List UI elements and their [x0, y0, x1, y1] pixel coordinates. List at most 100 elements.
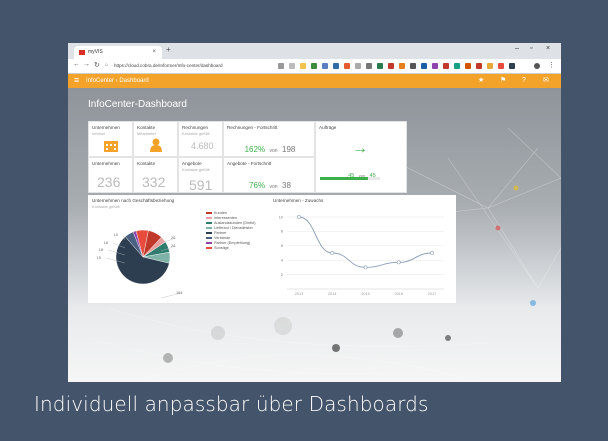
browser-tab[interactable]: myVIS ×: [74, 46, 162, 59]
extension-icon[interactable]: [377, 63, 383, 69]
reload-icon[interactable]: ↻: [94, 61, 100, 69]
data-point[interactable]: [430, 251, 434, 255]
tile-sublabel: Kontakte gefüllt: [182, 131, 210, 136]
hamburger-menu-icon[interactable]: ≡: [74, 75, 79, 85]
legend-label: Sonstige: [214, 246, 229, 250]
arrow-right-icon: →: [352, 140, 368, 157]
tile-kontakte[interactable]: Kontakte Mitarbeiter: [133, 121, 178, 157]
browser-menu-icon[interactable]: ⋮: [548, 61, 555, 69]
tile-unternehmen[interactable]: Unternehmen Infobox: [88, 121, 133, 157]
progress-target: 198: [282, 145, 296, 154]
extension-icon[interactable]: [410, 63, 416, 69]
mail-icon[interactable]: ✉: [543, 75, 549, 87]
tile-value: 332: [142, 174, 166, 190]
tile-kontakte-count[interactable]: Kontakte 332: [133, 157, 178, 193]
series-line: [298, 216, 433, 268]
line-chart-panel: Unternehmen - Zuwachs 10 8 6 4 2 2013 2014 2015…: [269, 195, 456, 303]
address-input[interactable]: https://cloud.cobra.de/Informer/Info-cen…: [114, 61, 264, 71]
dashboard-area: InfoCenter-Dashboard Unternehmen Infobox…: [68, 88, 561, 382]
tile-rechnungen-fortschritt[interactable]: Rechnungen - Fortschritt 162% von 198: [223, 121, 315, 157]
data-point[interactable]: [330, 251, 335, 255]
tile-label: Angebote - Fortschritt: [227, 161, 272, 166]
extension-icon[interactable]: [454, 63, 460, 69]
extension-icon[interactable]: [399, 63, 405, 69]
legend-swatch: [206, 237, 212, 239]
tile-rechnungen[interactable]: Rechnungen Kontakte gefüllt 4.680: [178, 121, 223, 157]
tile-sublabel: Kontakte gefüllt: [182, 167, 210, 172]
back-icon[interactable]: ←: [73, 61, 80, 68]
tile-angebote[interactable]: Angebote Kontakte gefüllt 591: [178, 157, 223, 193]
browser-tab-bar: myVIS × + – ▫ ×: [68, 43, 561, 59]
extension-icon[interactable]: [498, 63, 504, 69]
extension-icon[interactable]: [366, 63, 372, 69]
screenshot: myVIS × + – ▫ × ← → ↻ ⌂ https://cloud.co…: [68, 43, 561, 382]
x-tick-label: 2017: [428, 292, 436, 296]
legend-label: Partner: [214, 231, 227, 235]
bookmark-star-icon[interactable]: [278, 63, 284, 69]
x-tick-label: 2014: [328, 292, 336, 296]
data-point[interactable]: [396, 260, 401, 265]
close-window-button[interactable]: ×: [546, 45, 550, 52]
slide-caption: Individuell anpassbar über Dashboards: [34, 392, 429, 416]
panel-title: Unternehmen - Zuwachs: [273, 198, 324, 203]
progress-percent: 162%: [244, 145, 266, 154]
profile-icon[interactable]: [534, 63, 540, 69]
extension-icon[interactable]: [509, 63, 515, 69]
data-point[interactable]: [297, 215, 301, 219]
pie-data-label: 18: [99, 248, 103, 252]
extension-icon[interactable]: [355, 63, 361, 69]
help-icon[interactable]: ?: [522, 75, 526, 87]
progress-percent: 76%: [249, 181, 266, 190]
progress-of-text: von: [269, 148, 278, 154]
new-tab-button[interactable]: +: [166, 45, 171, 54]
x-tick-label: 2015: [361, 292, 369, 296]
legend-label: Verbände: [214, 236, 231, 240]
extension-icon[interactable]: [322, 63, 328, 69]
tile-angebote-fortschritt[interactable]: Angebote - Fortschritt 76% von 38: [223, 157, 315, 193]
extension-icon[interactable]: [300, 63, 306, 69]
extension-icon[interactable]: [289, 63, 295, 69]
favicon-icon: [79, 50, 85, 55]
extension-icon[interactable]: [311, 63, 317, 69]
data-point[interactable]: [363, 265, 368, 270]
tile-unternehmen-count[interactable]: Unternehmen 236: [88, 157, 133, 193]
panel-title: Unternehmen nach Geschäftsbeziehung: [92, 198, 175, 203]
pie-chart: 10 1818 15 20 24 164: [97, 229, 182, 299]
tab-close-icon[interactable]: ×: [152, 46, 156, 59]
x-tick-label: 2013: [295, 292, 303, 296]
pie-data-label: 164: [176, 291, 182, 295]
flag-icon[interactable]: ⚑: [500, 75, 506, 87]
forward-icon[interactable]: →: [83, 61, 90, 68]
app-header: ≡ InfoCenter › Dashboard ★ ⚑ ? ✉: [68, 74, 561, 88]
tile-sublabel: Mitarbeiter: [137, 131, 156, 136]
tile-value: 591: [189, 177, 213, 193]
extension-icon[interactable]: [487, 63, 493, 69]
page-title: InfoCenter-Dashboard: [88, 99, 187, 110]
extension-icon[interactable]: [421, 63, 427, 69]
home-icon[interactable]: ⌂: [105, 62, 108, 68]
maximize-button[interactable]: ▫: [530, 45, 532, 52]
extension-icon[interactable]: [333, 63, 339, 69]
star-icon[interactable]: ★: [478, 75, 484, 87]
legend-item[interactable]: Sonstige: [206, 246, 256, 251]
extension-icon[interactable]: [432, 63, 438, 69]
legend-label: Lieferant / Dienstleister: [214, 226, 253, 230]
x-tick-label: 2016: [395, 292, 403, 296]
extension-icon[interactable]: [465, 63, 471, 69]
y-tick-label: 8: [281, 230, 283, 234]
legend-swatch: [206, 247, 212, 249]
extension-icon[interactable]: [476, 63, 482, 69]
extension-icon[interactable]: [388, 63, 394, 69]
legend-label: Auslandskunden (Direkt): [214, 221, 256, 225]
pie-data-label: 10: [114, 233, 118, 237]
progress-bar: [320, 177, 380, 180]
legend-swatch: [206, 242, 212, 244]
building-icon: [104, 141, 118, 152]
browser-toolbar: ← → ↻ ⌂ https://cloud.cobra.de/Informer/…: [68, 59, 561, 74]
tile-auftraege[interactable]: Aufträge → 45 von 45: [315, 121, 407, 193]
extension-icon[interactable]: [344, 63, 350, 69]
minimize-button[interactable]: –: [515, 45, 519, 52]
tile-value: 4.680: [191, 141, 214, 151]
legend-label: Partner (Empfehlung): [214, 241, 251, 245]
extension-icon[interactable]: [443, 63, 449, 69]
